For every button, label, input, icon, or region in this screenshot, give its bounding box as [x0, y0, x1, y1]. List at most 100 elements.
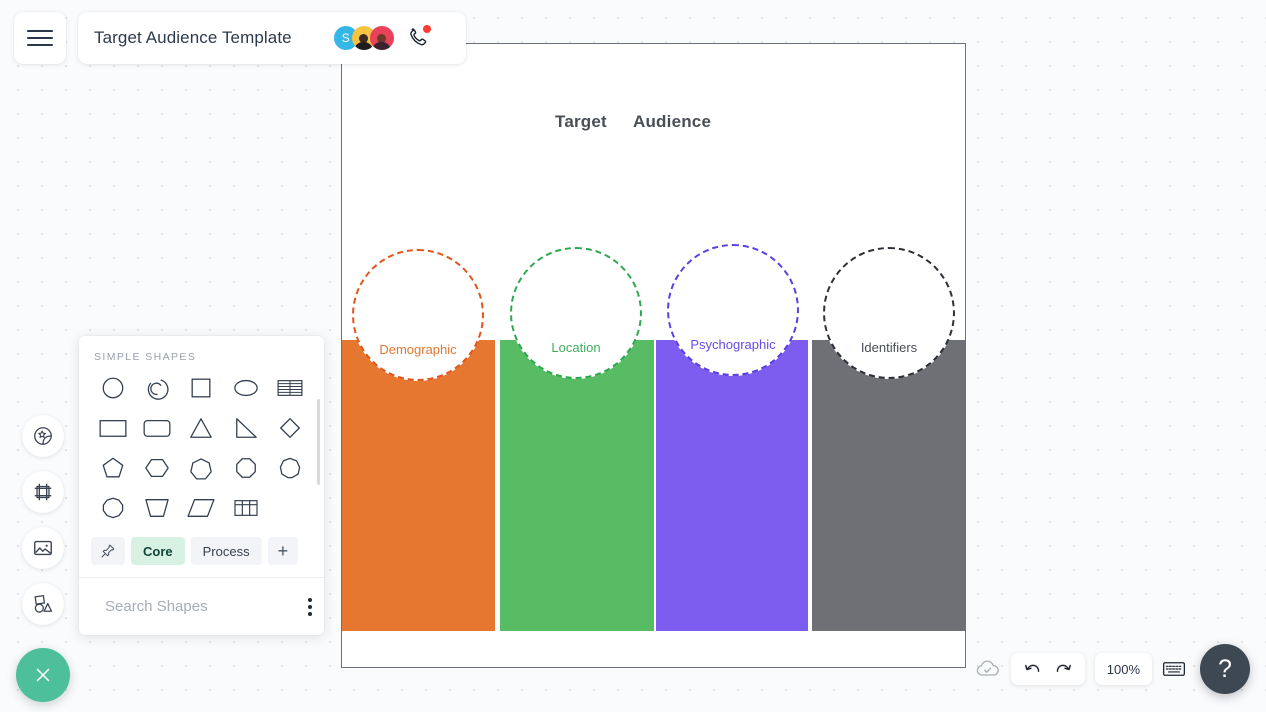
image-icon	[34, 540, 52, 556]
shape-parallelogram[interactable]	[179, 491, 223, 525]
shapes-panel-scrollbar[interactable]	[317, 399, 320, 485]
sidebar-item-shapes[interactable]	[22, 583, 64, 625]
zoom-control[interactable]: 100%	[1094, 653, 1152, 685]
arc-shape-icon	[148, 379, 169, 400]
rectangle-shape-icon	[99, 420, 127, 437]
shape-rectangle[interactable]	[91, 411, 135, 445]
circle-demographic[interactable]: Demographic	[352, 249, 484, 381]
shape-diamond[interactable]	[268, 411, 312, 445]
bottom-toolbar: 100% ?	[975, 644, 1250, 694]
shape-circle[interactable]	[91, 371, 135, 405]
pentagon-shape-icon	[102, 457, 124, 478]
triangle-shape-icon	[190, 418, 213, 438]
shape-arc[interactable]	[135, 371, 179, 405]
document-title[interactable]: Target Audience Template	[94, 28, 292, 48]
bar-identifiers[interactable]	[812, 340, 965, 631]
avatar-face-icon	[371, 34, 392, 50]
circle-label-demographic: Demographic	[379, 342, 457, 357]
search-input[interactable]	[105, 598, 304, 615]
octagon-shape-icon	[235, 458, 256, 478]
parallelogram-shape-icon	[187, 499, 216, 517]
help-label: ?	[1218, 654, 1232, 683]
tab-process[interactable]: Process	[190, 537, 262, 565]
avatar-red[interactable]	[369, 26, 394, 50]
cloud-check-icon	[976, 660, 999, 676]
tab-pinned[interactable]	[91, 537, 125, 565]
hexagon-shape-icon	[145, 458, 170, 478]
keyboard-icon	[1163, 662, 1185, 676]
undo-button[interactable]	[1023, 660, 1042, 679]
circle-label-psychographic: Psychographic	[690, 337, 776, 352]
shapes-panel-tabs: Core Process +	[79, 531, 324, 577]
shapes-panel-section-title: Simple Shapes	[94, 351, 197, 363]
circle-location[interactable]: Location	[510, 247, 642, 379]
circle-label-identifiers: Identifiers	[860, 340, 918, 355]
notification-badge	[422, 25, 431, 33]
close-icon	[36, 668, 50, 682]
save-status-button[interactable]	[975, 658, 1001, 680]
canvas-title-audience[interactable]: Audience	[633, 112, 711, 132]
keyboard-shortcuts-button[interactable]	[1162, 660, 1186, 678]
diamond-shape-icon	[279, 418, 300, 438]
shape-decagon[interactable]	[91, 491, 135, 525]
pin-icon	[101, 544, 115, 558]
collaborator-avatars: S	[333, 26, 394, 50]
help-button[interactable]: ?	[1200, 644, 1250, 694]
circle-identifiers[interactable]: Identifiers	[823, 247, 955, 379]
shape-heptagon[interactable]	[179, 451, 223, 485]
redo-icon	[1056, 664, 1071, 672]
striped-table-shape-icon	[277, 380, 303, 396]
shape-right-triangle[interactable]	[224, 411, 268, 445]
design-canvas[interactable]: Target Audience Demographic Location Psy…	[341, 43, 966, 668]
right-triangle-shape-icon	[235, 418, 257, 438]
circle-shape-icon	[102, 377, 124, 399]
shape-octagon[interactable]	[224, 451, 268, 485]
shape-square[interactable]	[179, 371, 223, 405]
sidebar-item-stickers[interactable]	[22, 415, 64, 457]
tab-core[interactable]: Core	[131, 537, 185, 565]
trapezoid-shape-icon	[145, 499, 170, 517]
canvas-title-target[interactable]: Target	[555, 112, 607, 132]
shape-table[interactable]	[224, 491, 268, 525]
square-shape-icon	[192, 378, 211, 398]
redo-button[interactable]	[1054, 660, 1073, 679]
undo-icon	[1024, 664, 1040, 672]
tab-add[interactable]: +	[267, 537, 299, 565]
shape-triangle[interactable]	[179, 411, 223, 445]
sticker-icon	[34, 427, 52, 445]
ellipse-shape-icon	[233, 379, 258, 397]
phone-call-button[interactable]	[406, 25, 431, 50]
zoom-level-label[interactable]: 100%	[1095, 662, 1152, 677]
shapes-panel: Simple Shapes	[79, 336, 324, 635]
shapes-grid	[79, 363, 324, 525]
close-panel-button[interactable]	[16, 648, 70, 702]
circle-psychographic[interactable]: Psychographic	[667, 244, 799, 376]
shape-empty-slot	[268, 491, 312, 525]
shapes-search-bar	[79, 577, 324, 635]
decagon-shape-icon	[102, 497, 124, 519]
shape-nonagon[interactable]	[268, 451, 312, 485]
menu-button[interactable]	[14, 12, 66, 64]
nonagon-shape-icon	[279, 457, 301, 479]
document-title-bar: Target Audience Template S	[78, 12, 466, 64]
heptagon-shape-icon	[190, 458, 213, 480]
bar-location[interactable]	[500, 340, 654, 631]
tab-process-label: Process	[202, 543, 250, 559]
avatar-initial: S	[341, 31, 350, 45]
shape-pentagon[interactable]	[91, 451, 135, 485]
undo-redo-group	[1010, 653, 1085, 685]
add-tab-label: +	[277, 540, 289, 561]
shapes-icon	[34, 594, 53, 613]
sidebar-item-images[interactable]	[22, 527, 64, 569]
sidebar-item-frames[interactable]	[22, 471, 64, 513]
shape-striped-table[interactable]	[268, 371, 312, 405]
bar-demographic[interactable]	[342, 340, 495, 631]
shape-rounded-rectangle[interactable]	[135, 411, 179, 445]
shape-ellipse[interactable]	[224, 371, 268, 405]
tool-rail	[22, 415, 64, 639]
shapes-panel-more-button[interactable]	[304, 594, 316, 620]
shape-trapezoid[interactable]	[135, 491, 179, 525]
bar-psychographic[interactable]	[656, 340, 808, 631]
rounded-rectangle-shape-icon	[143, 420, 171, 437]
shape-hexagon[interactable]	[135, 451, 179, 485]
